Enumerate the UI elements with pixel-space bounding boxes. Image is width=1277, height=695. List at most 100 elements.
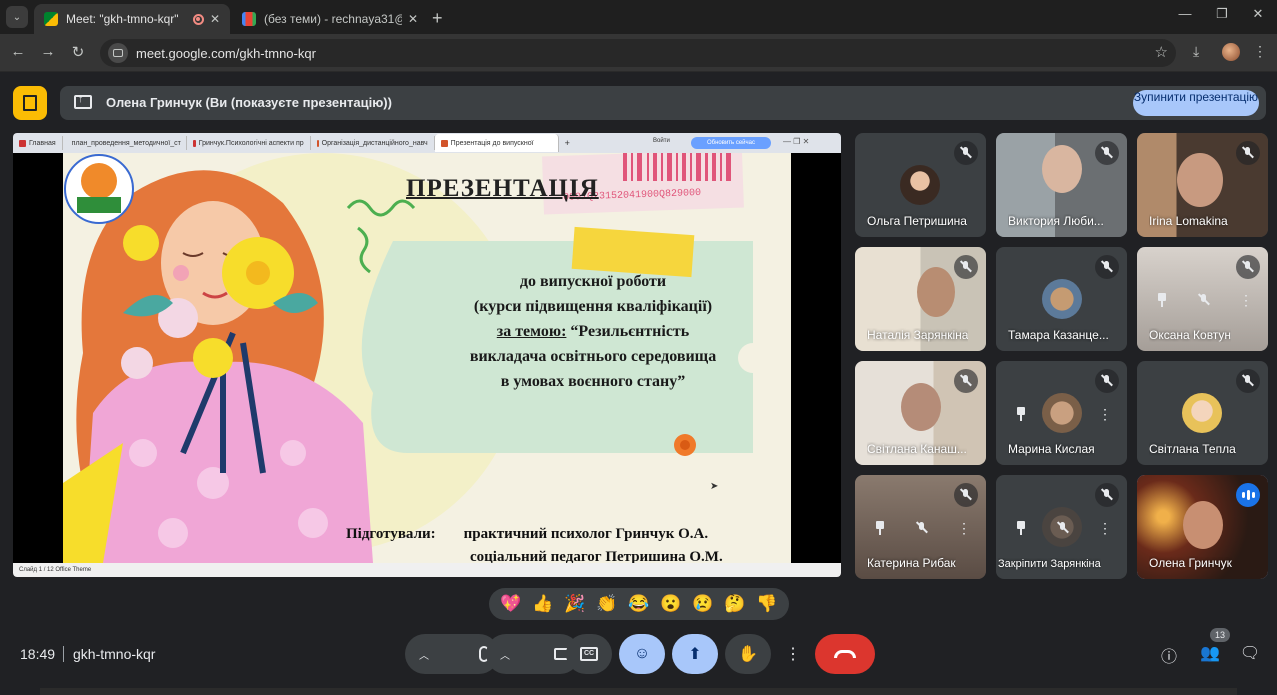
reaction-sad[interactable]: 😢: [692, 594, 713, 614]
browser-menu-icon[interactable]: ⋮: [1253, 43, 1267, 60]
pin-icon[interactable]: [1014, 407, 1028, 421]
reaction-thumbs-down[interactable]: 👎: [756, 594, 777, 614]
participant-tile[interactable]: ⋮ Катерина Рибак: [855, 475, 986, 579]
emoji-icon: ☺: [633, 645, 651, 662]
participant-tile[interactable]: Світлана Канаш...: [855, 361, 986, 465]
browser-tab-strip: ⌄ Meet: "gkh-tmno-kqr" ✕ (без теми) - re…: [0, 0, 1277, 34]
slide-line: (курси підвищення кваліфікації): [473, 298, 713, 315]
participant-name: Ольга Петришина: [867, 214, 967, 228]
close-tab-icon[interactable]: ✕: [408, 12, 418, 26]
pin-icon[interactable]: [1014, 521, 1028, 535]
slide-prepared-by: Підготували: практичний психолог Гринчук …: [346, 523, 723, 563]
more-options-icon[interactable]: ⋮: [1098, 407, 1112, 421]
pin-icon[interactable]: [1155, 293, 1169, 307]
mute-participant-icon[interactable]: [916, 522, 928, 534]
new-tab-icon[interactable]: +: [432, 8, 443, 29]
reaction-thumbs-up[interactable]: 👍: [532, 594, 553, 614]
participant-tile[interactable]: Наталія Зарянкіна: [855, 247, 986, 351]
shared-screen: Главная план_проведення_методичної_ст Гр…: [13, 133, 841, 577]
participant-name: Irina Lomakina: [1149, 214, 1228, 228]
participant-tile[interactable]: Ольга Петришина: [855, 133, 986, 237]
participant-tile[interactable]: ⋮ Марина Кислая: [996, 361, 1127, 465]
participant-name: Тамара Казанце...: [1008, 328, 1109, 342]
minimize-icon[interactable]: —: [1170, 6, 1200, 21]
audio-settings-chevron-icon[interactable]: ︿: [419, 647, 429, 662]
mic-off-icon: [1095, 141, 1119, 165]
slide-body: до випускної роботи (курси підвищення кв…: [423, 269, 763, 394]
people-count-badge: 13: [1210, 628, 1230, 642]
presenting-bar: Олена Гринчук (Ви (показуєте презентацію…: [60, 86, 1266, 120]
more-options-button[interactable]: ⋮: [778, 634, 808, 674]
participant-tile[interactable]: Світлана Тепла: [1137, 361, 1268, 465]
slide-title: ПРЕЗЕНТАЦІЯ: [406, 175, 599, 202]
speaking-indicator-icon: [1236, 483, 1260, 507]
chat-icon[interactable]: 🗨: [1238, 643, 1262, 667]
reactions-button[interactable]: ☺: [619, 634, 665, 674]
mic-off-icon: [1236, 255, 1260, 279]
slide-theme-line: за темою: “Резильєнтність: [423, 319, 763, 344]
shared-window-controls: — ❐ ✕: [783, 137, 810, 146]
reaction-party[interactable]: 🎉: [564, 594, 585, 614]
bookmark-star-icon[interactable]: ☆: [1155, 43, 1168, 61]
more-options-icon[interactable]: ⋮: [1098, 521, 1112, 535]
participant-tile[interactable]: ⋮ Оксана Ковтун: [1137, 247, 1268, 351]
tab-meet[interactable]: Meet: "gkh-tmno-kqr" ✕: [34, 4, 230, 34]
raise-hand-button[interactable]: ✋: [725, 634, 771, 674]
more-options-icon[interactable]: ⋮: [957, 521, 971, 535]
mic-off-icon: [954, 369, 978, 393]
participant-tile[interactable]: ⋮ Закріпити Зарянкіна: [996, 475, 1127, 579]
shared-tab-active: Презентація до випускної: [434, 134, 559, 152]
meeting-info-icon[interactable]: ⓘ: [1157, 643, 1181, 667]
address-bar[interactable]: meet.google.com/gkh-tmno-kqr ☆: [100, 39, 1176, 67]
reload-icon[interactable]: ↻: [68, 43, 88, 61]
presenting-title: Олена Гринчук (Ви (показуєте презентацію…: [106, 95, 392, 110]
participant-face: [901, 383, 941, 431]
tab-search-chevron-icon[interactable]: ⌄: [6, 6, 28, 28]
reaction-heart[interactable]: 💖: [500, 594, 521, 614]
shared-tab: Організація_дистанційного_навч: [311, 136, 435, 150]
profile-avatar[interactable]: [1222, 43, 1240, 61]
participant-name: Марина Кислая: [1008, 442, 1095, 456]
participant-tile[interactable]: Irina Lomakina: [1137, 133, 1268, 237]
participant-tile-self[interactable]: Олена Гринчук: [1137, 475, 1268, 579]
tab-title: Meet: "gkh-tmno-kqr": [66, 12, 179, 26]
forward-icon[interactable]: →: [38, 43, 58, 60]
shared-tab: Главная: [13, 136, 63, 150]
close-window-icon[interactable]: ✕: [1243, 6, 1273, 22]
captions-button[interactable]: CC: [566, 634, 612, 674]
participant-tile[interactable]: Виктория Люби...: [996, 133, 1127, 237]
present-icon: ⬆: [688, 646, 702, 663]
shared-login: Войти: [653, 138, 670, 144]
meet-activities-icon[interactable]: [13, 86, 47, 120]
mic-off-icon: [1095, 369, 1119, 393]
participant-avatar: [1042, 279, 1082, 319]
more-options-icon[interactable]: ⋮: [1239, 293, 1253, 307]
reaction-laugh[interactable]: 😂: [628, 594, 649, 614]
video-settings-chevron-icon[interactable]: ︿: [500, 647, 510, 662]
people-icon[interactable]: 👥: [1198, 643, 1222, 667]
reaction-clap[interactable]: 👏: [596, 594, 617, 614]
participant-face: [1042, 145, 1082, 193]
stop-presenting-button[interactable]: Зупинити презентацію: [1133, 90, 1259, 116]
prepared-author-1: практичний психолог Гринчук О.А.: [463, 526, 709, 542]
back-icon[interactable]: ←: [8, 43, 28, 60]
reaction-thinking[interactable]: 🤔: [724, 594, 745, 614]
reaction-surprised[interactable]: 😮: [660, 594, 681, 614]
microphone-control[interactable]: ︿: [405, 634, 499, 674]
present-button[interactable]: ⬆: [672, 634, 718, 674]
download-icon[interactable]: ⤓: [1193, 43, 1199, 60]
maximize-icon[interactable]: ❐: [1207, 6, 1237, 22]
pin-icon[interactable]: [873, 521, 887, 535]
shared-tab: Гринчук.Психологічні аспекти пр: [187, 136, 311, 150]
mute-participant-icon[interactable]: [1057, 522, 1069, 534]
mute-participant-icon[interactable]: [1198, 294, 1210, 306]
participant-tile[interactable]: Тамара Казанце...: [996, 247, 1127, 351]
prepared-label: Підготували:: [346, 526, 436, 542]
participant-face: [1177, 153, 1223, 207]
leave-call-button[interactable]: [815, 634, 875, 674]
site-info-icon[interactable]: [108, 43, 128, 63]
participant-name: Виктория Люби...: [1008, 214, 1104, 228]
mic-off-icon: [1236, 369, 1260, 393]
tab-gmail[interactable]: (без теми) - rechnaya31@gmai ✕: [232, 4, 428, 34]
close-tab-icon[interactable]: ✕: [210, 12, 220, 26]
